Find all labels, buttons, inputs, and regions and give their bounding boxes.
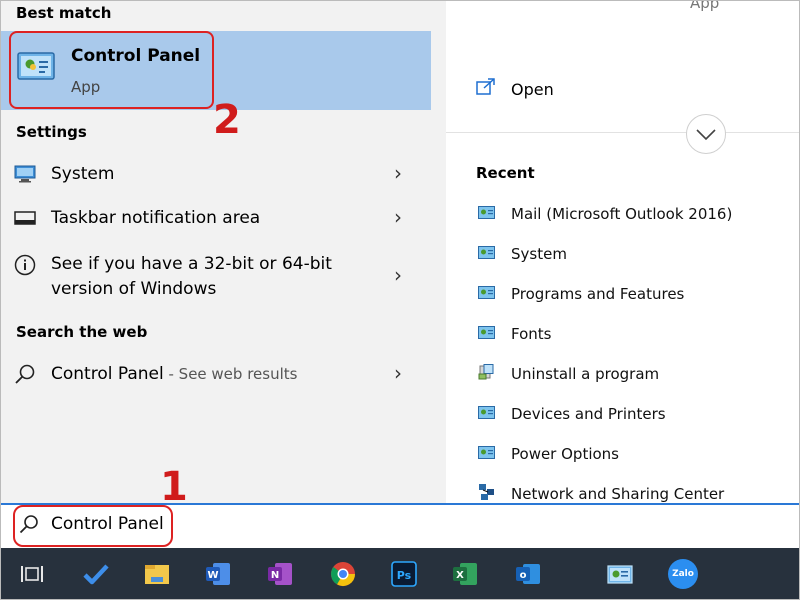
recent-item[interactable]: Network and Sharing Center (511, 485, 724, 503)
control-panel-item-icon (478, 246, 495, 259)
chrome-icon[interactable] (329, 560, 357, 588)
chevron-right-icon: › (394, 263, 402, 287)
result-web-label: Control Panel - See web results (51, 362, 297, 387)
onenote-icon[interactable]: N (266, 560, 294, 588)
svg-text:W: W (207, 570, 218, 581)
open-external-icon (476, 78, 495, 95)
control-panel-item-icon (478, 446, 495, 459)
word-icon[interactable]: W (204, 560, 232, 588)
svg-text:N: N (271, 570, 279, 581)
control-panel-item-icon (478, 286, 495, 299)
control-panel-item-icon (478, 206, 495, 219)
svg-text:X: X (456, 570, 464, 581)
todo-icon[interactable] (82, 560, 110, 588)
recent-heading: Recent (476, 164, 535, 182)
annotation-step-1: 1 (160, 464, 188, 510)
open-action[interactable] (476, 78, 496, 100)
control-panel-icon[interactable] (606, 560, 634, 588)
chevron-right-icon: › (394, 161, 402, 185)
recent-item[interactable]: Programs and Features (511, 285, 684, 303)
svg-text:o: o (520, 570, 527, 581)
preview-divider (446, 132, 800, 133)
chevron-down-icon (696, 129, 716, 141)
expand-button[interactable] (686, 114, 726, 154)
settings-heading: Settings (16, 123, 87, 141)
chevron-right-icon: › (394, 205, 402, 229)
outlook-icon[interactable]: o (514, 560, 542, 588)
best-match-heading: Best match (16, 4, 112, 22)
annotation-box-best-match (9, 31, 214, 109)
web-result-sub: - See web results (163, 365, 298, 383)
web-result-query: Control Panel (51, 364, 164, 384)
network-icon (479, 484, 494, 500)
control-panel-item-icon (478, 326, 495, 339)
uninstall-program-icon (478, 364, 494, 380)
recent-item[interactable]: Devices and Printers (511, 405, 666, 423)
search-web-heading: Search the web (16, 323, 148, 341)
result-taskbar-label: Taskbar notification area (51, 208, 261, 228)
excel-icon[interactable]: X (451, 560, 479, 588)
recent-item[interactable]: Mail (Microsoft Outlook 2016) (511, 205, 732, 223)
recent-item[interactable]: Power Options (511, 445, 619, 463)
recent-item[interactable]: Fonts (511, 325, 551, 343)
info-icon (14, 254, 36, 276)
file-explorer-icon[interactable] (143, 560, 171, 588)
control-panel-item-icon (478, 406, 495, 419)
result-bitness-label-line2: version of Windows (51, 279, 217, 299)
svg-text:Ps: Ps (397, 569, 412, 582)
preview-app-type: App (690, 0, 720, 12)
annotation-box-search (13, 505, 173, 547)
preview-panel (446, 0, 800, 503)
recent-item[interactable]: Uninstall a program (511, 365, 659, 383)
task-view-icon[interactable] (18, 560, 46, 588)
search-icon (15, 364, 35, 384)
zalo-icon[interactable]: Zalo (668, 559, 698, 589)
annotation-step-2: 2 (213, 97, 241, 143)
recent-item[interactable]: System (511, 245, 567, 263)
result-system-label: System (51, 164, 115, 184)
taskbar-icon (14, 211, 36, 225)
result-bitness-label-line1: See if you have a 32-bit or 64-bit (51, 254, 332, 274)
chevron-right-icon: › (394, 361, 402, 385)
open-label: Open (511, 80, 554, 99)
photoshop-icon[interactable]: Ps (390, 560, 418, 588)
zalo-label: Zalo (672, 569, 694, 579)
monitor-icon (14, 165, 36, 183)
